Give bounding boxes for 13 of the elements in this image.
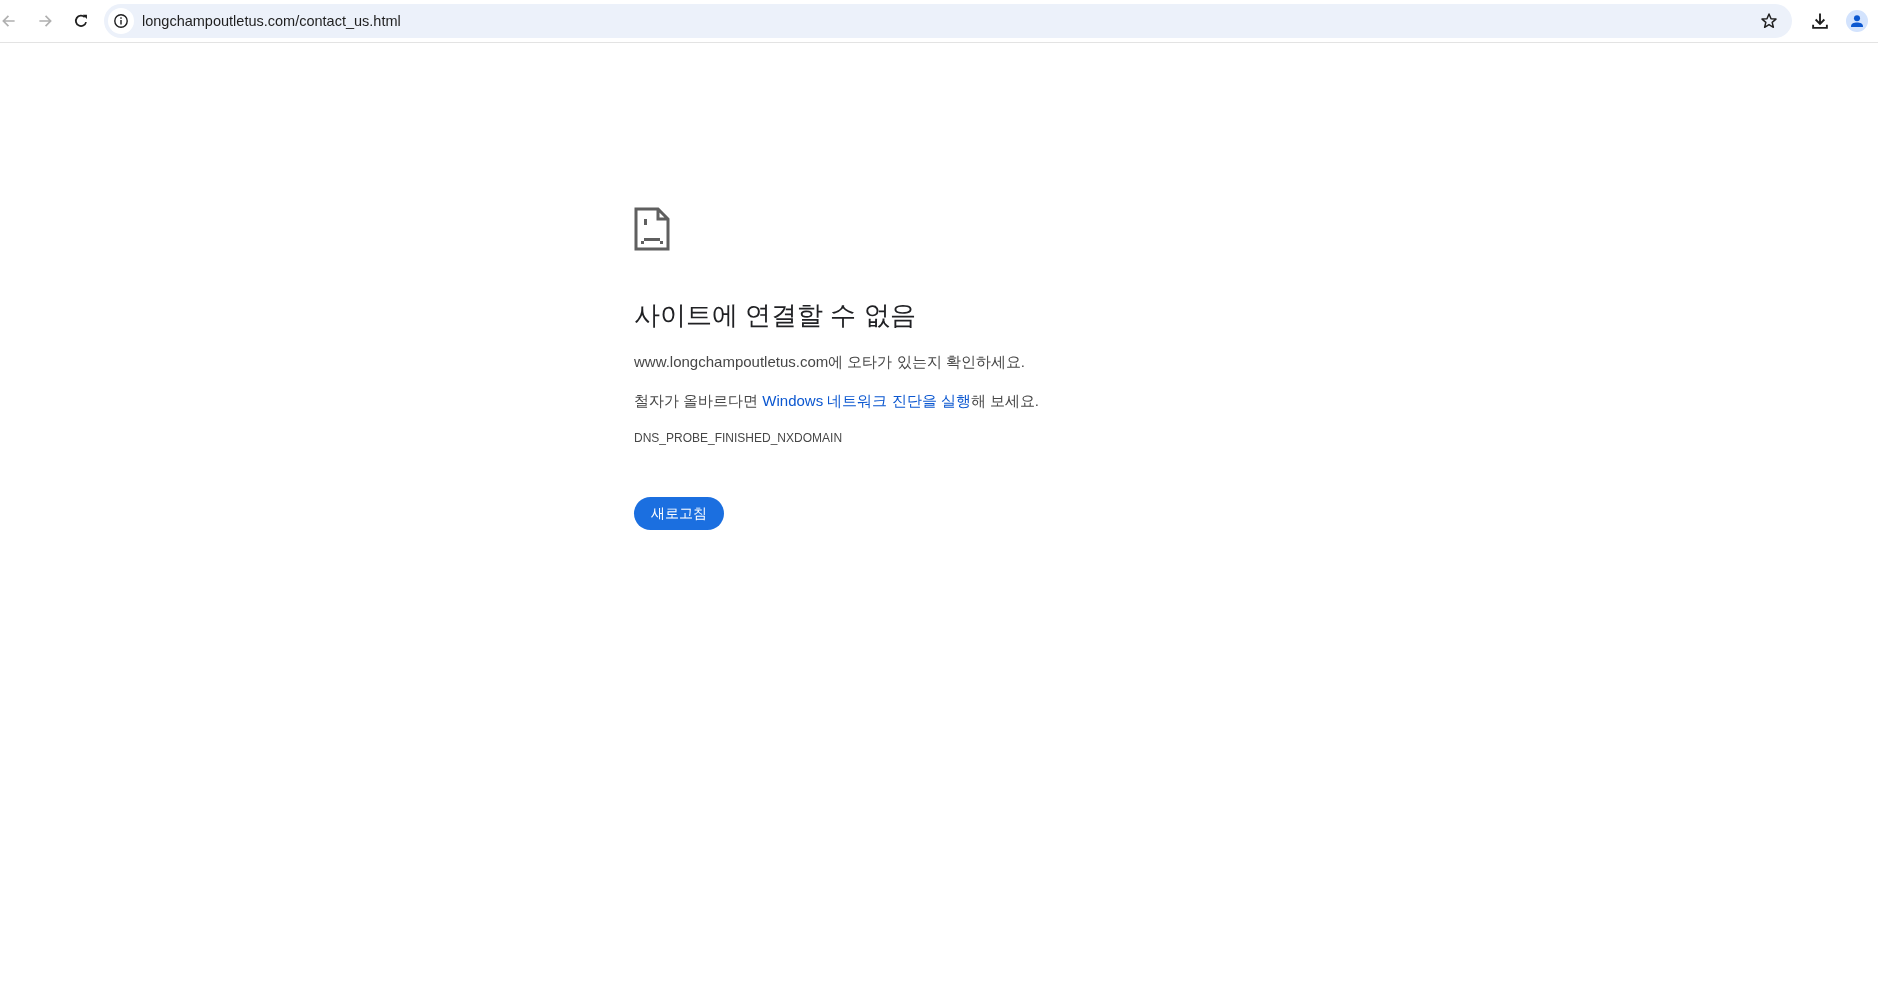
network-diagnostics-suggestion: 철자가 올바르다면 Windows 네트워크 진단을 실행해 보세요. xyxy=(634,391,1040,411)
address-bar[interactable]: longchampoutletus.com/contact_us.html xyxy=(104,4,1792,38)
download-icon[interactable] xyxy=(1810,11,1830,31)
bookmark-star-icon[interactable] xyxy=(1760,12,1778,30)
network-diagnostics-link[interactable]: Windows 네트워크 진단을 실행 xyxy=(762,392,971,409)
reload-icon[interactable] xyxy=(72,12,90,30)
site-info-icon[interactable] xyxy=(108,8,134,34)
error-heading: 사이트에 연결할 수 없음 xyxy=(634,299,916,332)
error-code: DNS_PROBE_FINISHED_NXDOMAIN xyxy=(634,431,843,445)
reload-button[interactable]: 새로고침 xyxy=(634,497,724,530)
sad-document-icon xyxy=(634,207,670,251)
typo-check-message: www.longchampoutletus.com에 오타가 있는지 확인하세요. xyxy=(634,352,1025,372)
profile-avatar-icon[interactable] xyxy=(1846,10,1868,32)
